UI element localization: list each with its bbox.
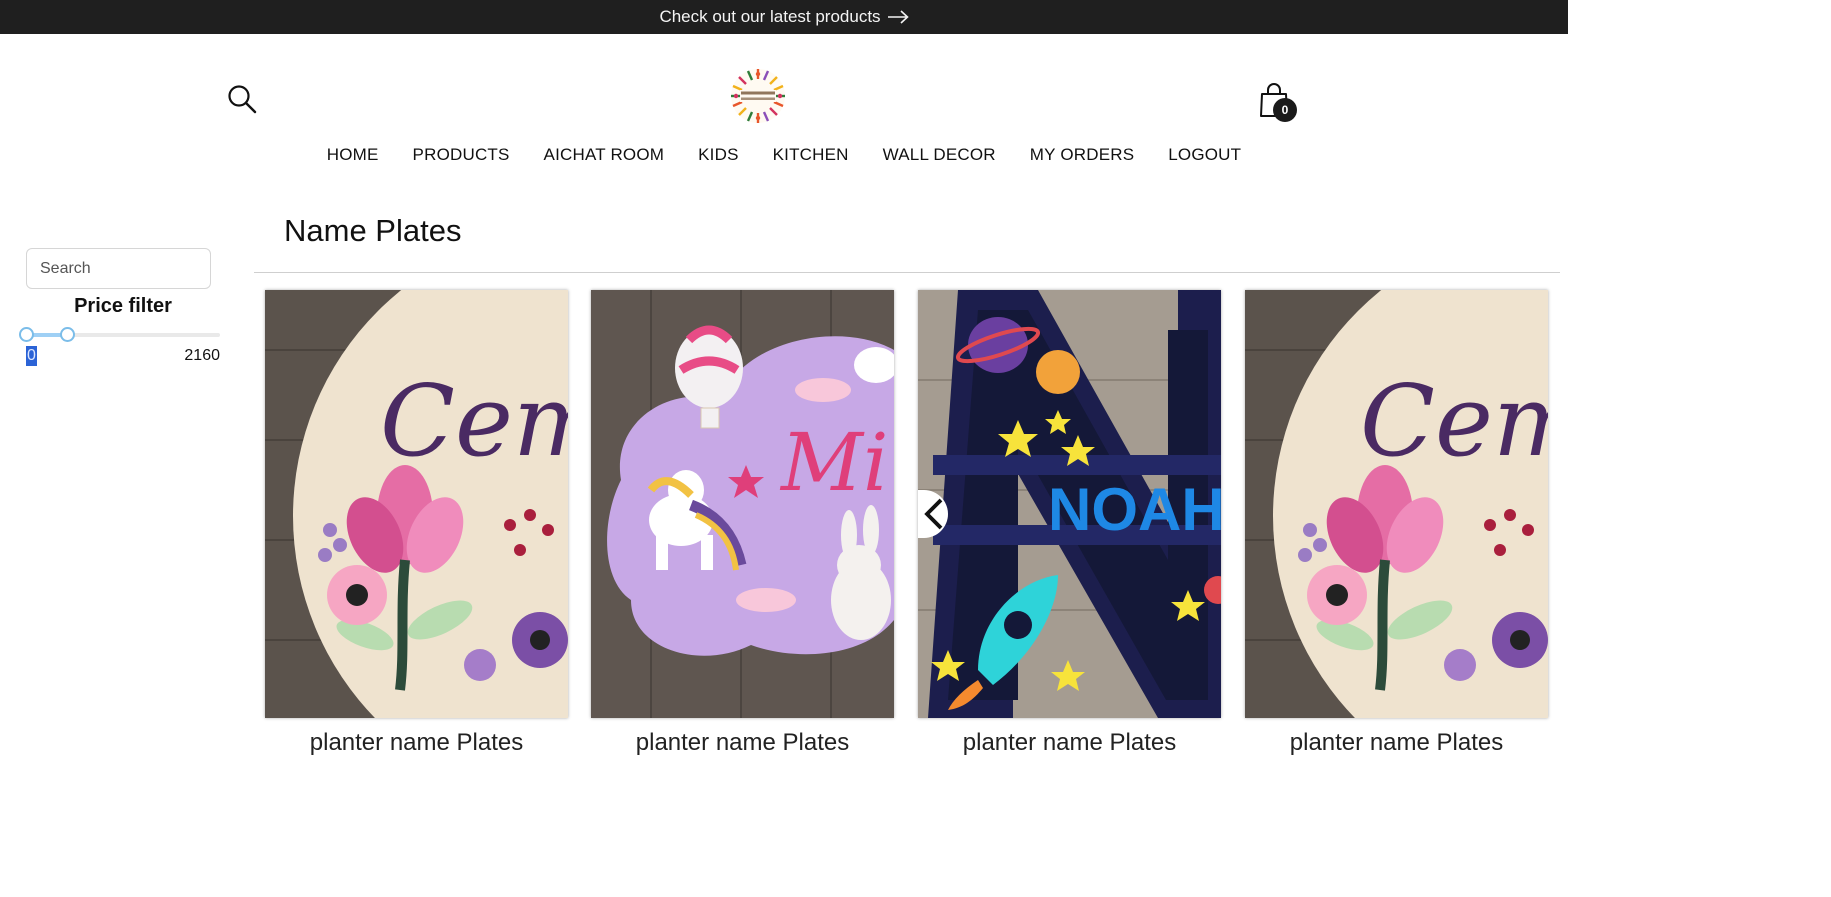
price-min-value: 0 xyxy=(26,346,37,366)
nav-home[interactable]: HOME xyxy=(310,141,396,169)
search-icon[interactable] xyxy=(226,83,258,115)
product-image-floral-nameplate[interactable]: Cemr xyxy=(265,290,568,718)
svg-text:NOAH: NOAH xyxy=(1048,476,1221,543)
page-title: Name Plates xyxy=(284,213,462,248)
product-name[interactable]: planter name Plates xyxy=(591,729,894,757)
product-name[interactable]: planter name Plates xyxy=(1245,729,1548,757)
price-filter-title: Price filter xyxy=(74,295,172,317)
product-name[interactable]: planter name Plates xyxy=(918,729,1221,757)
svg-text:Cemr: Cemr xyxy=(1360,365,1548,479)
nav-my-orders[interactable]: MY ORDERS xyxy=(1013,141,1151,169)
product-image-floral-nameplate[interactable]: Cemr xyxy=(1245,290,1548,718)
site-logo[interactable] xyxy=(728,66,788,126)
nav-kids[interactable]: KIDS xyxy=(681,141,755,169)
nav-logout[interactable]: LOGOUT xyxy=(1151,141,1258,169)
main-nav: HOME PRODUCTS AICHAT ROOM KIDS KITCHEN W… xyxy=(0,141,1568,169)
nav-wall-decor[interactable]: WALL DECOR xyxy=(866,141,1013,169)
chevron-left-icon xyxy=(924,498,943,530)
price-min-handle[interactable] xyxy=(19,327,34,342)
nav-aichat-room[interactable]: AICHAT ROOM xyxy=(527,141,682,169)
product-image-unicorn-cloud-nameplate[interactable]: Mir xyxy=(591,290,894,718)
announcement-link[interactable]: Check out our latest products xyxy=(659,7,909,27)
product-card[interactable]: NOAH planter name Plates xyxy=(918,290,1221,757)
svg-text:Mir: Mir xyxy=(779,416,894,509)
cart-count-badge: 0 xyxy=(1273,98,1297,122)
arrow-right-icon xyxy=(887,10,909,24)
svg-text:Cemr: Cemr xyxy=(380,365,568,479)
price-max-value: 2160 xyxy=(184,347,220,364)
carousel-prev-button[interactable] xyxy=(918,490,948,538)
announcement-bar: Check out our latest products xyxy=(0,0,1568,34)
product-name[interactable]: planter name Plates xyxy=(265,729,568,757)
product-image-space-letter-nameplate[interactable]: NOAH xyxy=(918,290,1221,718)
product-card[interactable]: Cemr planter name Plates xyxy=(265,290,568,757)
price-range-slider[interactable] xyxy=(19,327,220,342)
product-card[interactable]: Cemr planter name Plates xyxy=(1245,290,1548,757)
nav-products[interactable]: PRODUCTS xyxy=(396,141,527,169)
title-divider xyxy=(254,272,1560,273)
price-max-handle[interactable] xyxy=(59,327,75,342)
product-card[interactable]: Mir planter name Plates xyxy=(591,290,894,757)
announcement-text: Check out our latest products xyxy=(659,7,881,26)
nav-kitchen[interactable]: KITCHEN xyxy=(756,141,866,169)
sidebar-search-input[interactable] xyxy=(26,248,211,289)
